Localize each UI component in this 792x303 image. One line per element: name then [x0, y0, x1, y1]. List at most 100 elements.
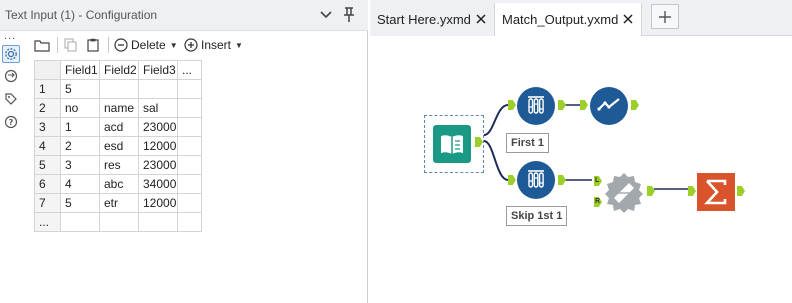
grid-cell[interactable]: 34000: [138, 174, 178, 194]
insert-label: Insert: [201, 38, 232, 52]
grid-cell[interactable]: res: [99, 155, 139, 175]
browse-check-icon: [597, 98, 620, 111]
table-row: 7 5 etr 12000: [34, 193, 202, 213]
connection-line: [483, 140, 509, 181]
table-row: ...: [34, 212, 202, 232]
text-input-tool-selection[interactable]: [424, 115, 484, 173]
data-grid: Field1 Field2 Field3 ... 1 5 2 no name s…: [34, 60, 202, 232]
browse-tool[interactable]: [590, 87, 628, 125]
summarize-icon: [704, 179, 727, 205]
delete-button[interactable]: Delete ▼: [114, 35, 178, 55]
join-tool[interactable]: [603, 171, 645, 213]
insert-button[interactable]: Insert ▼: [184, 35, 243, 55]
row-number[interactable]: ...: [34, 212, 61, 232]
pin-icon[interactable]: [341, 7, 357, 23]
new-tab-button[interactable]: [651, 4, 679, 29]
grid-cell[interactable]: 5: [60, 79, 100, 99]
grid-cell[interactable]: 12000: [138, 193, 178, 213]
row-number[interactable]: 5: [34, 155, 61, 175]
join-icon: [605, 173, 643, 213]
grid-cell[interactable]: [138, 212, 178, 232]
insert-dropdown-caret: ▼: [235, 40, 243, 50]
grid-cell[interactable]: [99, 79, 139, 99]
grid-cell[interactable]: 1: [60, 117, 100, 137]
table-row: 1 5: [34, 79, 202, 99]
tab-label: Match_Output.yxmd: [502, 12, 619, 27]
plus-icon: [659, 10, 671, 23]
summarize-tool[interactable]: [697, 173, 735, 211]
svg-text:?: ?: [9, 118, 14, 127]
grid-cell[interactable]: 2: [60, 136, 100, 156]
grid-cell[interactable]: etr: [99, 193, 139, 213]
close-icon[interactable]: [474, 12, 488, 26]
grid-cell[interactable]: [177, 212, 202, 232]
grid-cell[interactable]: [177, 117, 202, 137]
configuration-panel: Text Input (1) - Configuration ... ? Del…: [0, 0, 368, 303]
row-number[interactable]: 1: [34, 79, 61, 99]
grid-cell[interactable]: 5: [60, 193, 100, 213]
configuration-gear-icon[interactable]: [2, 45, 20, 63]
grid-cell[interactable]: 3: [60, 155, 100, 175]
table-row: 2 no name sal: [34, 98, 202, 118]
grid-cell[interactable]: abc: [99, 174, 139, 194]
tool-annotation: First 1: [506, 133, 550, 153]
column-header[interactable]: Field1: [60, 60, 100, 80]
grid-toolbar: Delete ▼ Insert ▼: [28, 35, 368, 55]
tab-start-here[interactable]: Start Here.yxmd: [370, 3, 494, 36]
grid-cell[interactable]: [177, 155, 202, 175]
grid-cell[interactable]: no: [60, 98, 100, 118]
paste-icon[interactable]: [86, 35, 100, 55]
tag-icon[interactable]: [2, 90, 20, 108]
grid-cell[interactable]: esd: [99, 136, 139, 156]
grid-cell[interactable]: [177, 136, 202, 156]
open-folder-icon[interactable]: [34, 35, 50, 55]
grid-cell[interactable]: [177, 193, 202, 213]
grid-corner: [34, 60, 61, 80]
grid-header-row: Field1 Field2 Field3 ...: [34, 60, 202, 80]
row-number[interactable]: 6: [34, 174, 61, 194]
tab-match-output[interactable]: Match_Output.yxmd: [494, 3, 642, 36]
row-number[interactable]: 7: [34, 193, 61, 213]
workflow-canvas[interactable]: First 1 Skip 1st 1 L R: [370, 37, 792, 303]
tool-annotation: Skip 1st 1: [506, 206, 568, 226]
output-anchor[interactable]: [475, 137, 483, 147]
column-header[interactable]: Field3: [138, 60, 178, 80]
text-input-icon[interactable]: [433, 125, 471, 163]
copy-icon: [64, 35, 78, 55]
side-rail: ?: [0, 40, 22, 303]
grid-cell[interactable]: name: [99, 98, 139, 118]
grid-cell[interactable]: [177, 174, 202, 194]
help-icon[interactable]: ?: [2, 113, 20, 131]
sample-first-tool[interactable]: [517, 87, 555, 125]
grid-cell[interactable]: sal: [138, 98, 178, 118]
grid-cell[interactable]: 23000: [138, 155, 178, 175]
delete-dropdown-caret: ▼: [169, 40, 178, 50]
grid-cell[interactable]: [99, 212, 139, 232]
grid-cell[interactable]: 4: [60, 174, 100, 194]
table-row: 5 3 res 23000: [34, 155, 202, 175]
connection-arrows-icon[interactable]: [2, 67, 20, 85]
grid-cell[interactable]: [138, 79, 178, 99]
close-icon[interactable]: [621, 12, 635, 26]
column-header[interactable]: Field2: [99, 60, 139, 80]
delete-label: Delete: [131, 38, 166, 52]
left-anchor-label: L: [595, 177, 600, 184]
row-number[interactable]: 2: [34, 98, 61, 118]
grid-cell[interactable]: 23000: [138, 117, 178, 137]
grid-cell[interactable]: acd: [99, 117, 139, 137]
grid-cell[interactable]: [177, 98, 202, 118]
grid-cell[interactable]: [60, 212, 100, 232]
table-row: 3 1 acd 23000: [34, 117, 202, 137]
row-number[interactable]: 3: [34, 117, 61, 137]
panel-header: Text Input (1) - Configuration: [0, 0, 368, 31]
grid-cell[interactable]: [177, 79, 202, 99]
chevron-down-icon[interactable]: [318, 7, 334, 23]
right-anchor-label: R: [595, 198, 601, 205]
grid-cell[interactable]: 12000: [138, 136, 178, 156]
plus-circle-icon: [184, 38, 198, 52]
sample-skip-tool[interactable]: [517, 161, 555, 199]
row-number[interactable]: 4: [34, 136, 61, 156]
column-header-more[interactable]: ...: [177, 60, 202, 80]
minus-circle-icon: [114, 38, 128, 52]
document-tab-bar: Start Here.yxmd Match_Output.yxmd: [370, 0, 792, 36]
